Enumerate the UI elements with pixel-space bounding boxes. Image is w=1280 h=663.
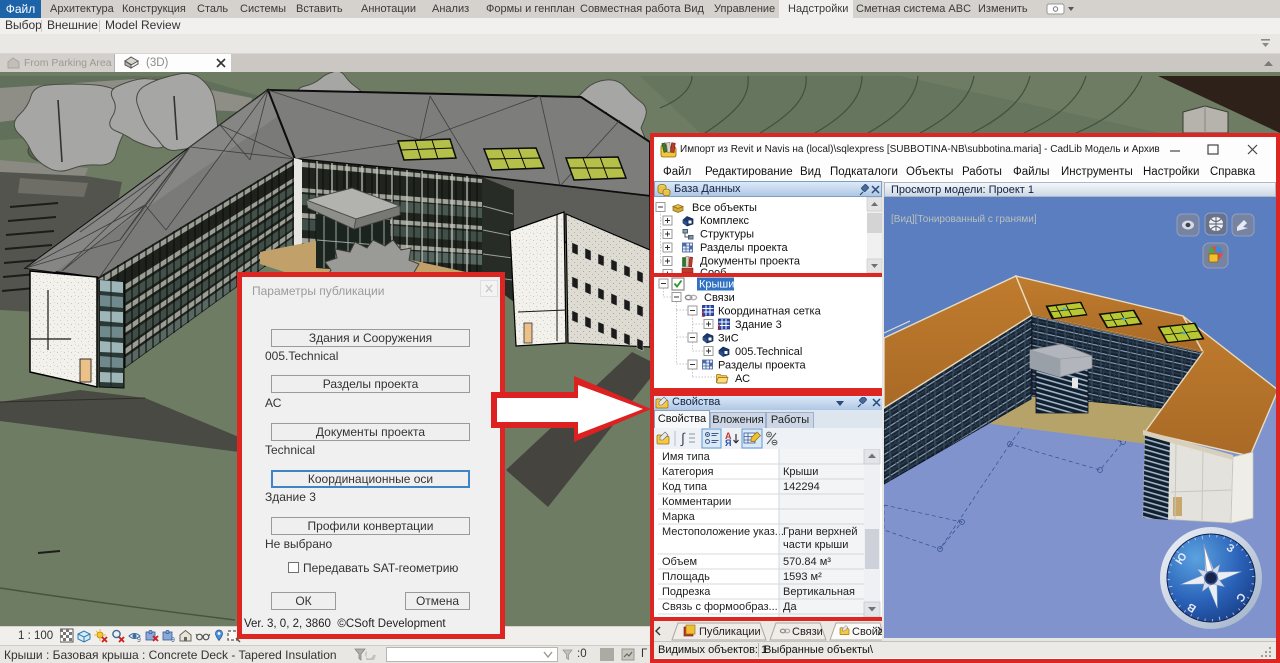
svg-text:Связи: Связи [792, 626, 823, 638]
svg-text:Публикации: Публикации [699, 626, 761, 638]
svg-text:Код типа: Код типа [662, 481, 708, 493]
svg-text:Комментарии: Комментарии [662, 496, 731, 508]
svg-text:Объем: Объем [662, 556, 697, 568]
svg-text:9: 9 [137, 637, 141, 644]
svg-text:1: 1 [717, 323, 722, 332]
svg-text:Площадь: Площадь [662, 571, 710, 583]
svg-text:Вертикальная: Вертикальная [783, 586, 855, 598]
svg-text:Грани верхней: Грани верхней [783, 526, 858, 538]
svg-text:Марка: Марка [662, 511, 696, 523]
svg-text:Крыши: Крыши [699, 279, 734, 291]
svg-text:142294: 142294 [783, 481, 820, 493]
svg-text:Структуры: Структуры [700, 229, 754, 241]
svg-text:Все объекты: Все объекты [692, 202, 757, 214]
svg-text:Разделы проекта: Разделы проекта [700, 242, 788, 254]
svg-text:Здание 3: Здание 3 [735, 319, 782, 331]
svg-text:Крыши: Крыши [783, 466, 818, 478]
svg-text:[Вид][Тонированный с гранями]: [Вид][Тонированный с гранями] [891, 214, 1037, 225]
svg-text:Комплекс: Комплекс [700, 215, 750, 227]
svg-text:Связи: Связи [704, 292, 735, 304]
svg-text:Координатная сетка: Координатная сетка [718, 306, 822, 318]
svg-text:1: 1 [701, 310, 706, 319]
svg-text:АС: АС [735, 373, 750, 385]
svg-text:Категория: Категория [662, 466, 713, 478]
svg-text:1593 м²: 1593 м² [783, 571, 822, 583]
svg-text:Разделы проекта: Разделы проекта [718, 360, 806, 372]
svg-text:Имя типа: Имя типа [662, 451, 711, 463]
svg-text:Связь с формообраз...: Связь с формообраз... [662, 601, 778, 613]
svg-text:Документы проекта: Документы проекта [700, 256, 801, 268]
svg-text:Подрезка: Подрезка [662, 586, 711, 598]
svg-text:Да: Да [783, 601, 797, 613]
svg-text:ЗиС: ЗиС [718, 333, 739, 345]
svg-text:Я: Я [725, 438, 731, 448]
svg-text:570.84 м³: 570.84 м³ [783, 556, 831, 568]
svg-text:9: 9 [171, 637, 175, 644]
svg-text:части крыши: части крыши [783, 539, 848, 551]
svg-text:005.Technical: 005.Technical [735, 346, 802, 358]
svg-text:Местоположение указ...: Местоположение указ... [662, 526, 784, 538]
